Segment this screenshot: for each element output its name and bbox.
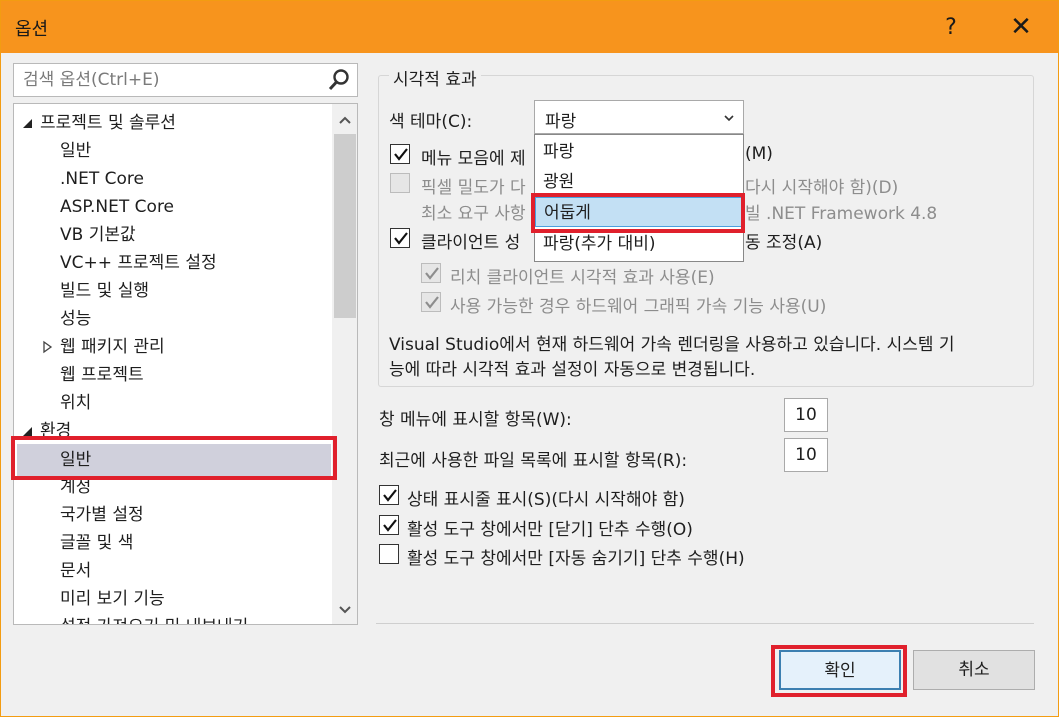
theme-option-blue[interactable]: 파랑	[535, 137, 743, 167]
tree-item-vcpp-settings[interactable]: VC++ 프로젝트 설정	[60, 249, 217, 277]
autohide-active-label: 활성 도구 창에서만 [자동 숨기기] 단추 수행(H)	[407, 549, 745, 569]
chevron-up-icon	[339, 116, 351, 124]
scroll-up-button[interactable]	[334, 108, 356, 132]
checkmark-icon	[425, 267, 439, 280]
tree-item-international[interactable]: 국가별 설정	[60, 501, 144, 529]
tree-item-web-projects[interactable]: 웹 프로젝트	[60, 361, 144, 389]
window-menu-label: 창 메뉴에 표시할 항목(W):	[379, 410, 572, 430]
tree-item-vb-defaults[interactable]: VB 기본값	[60, 221, 136, 249]
tree-item-net-core[interactable]: .NET Core	[60, 165, 144, 193]
close-button-active-checkbox[interactable]	[379, 515, 399, 535]
checkmark-icon	[394, 232, 408, 245]
close-button-active-label: 활성 도구 창에서만 [닫기] 단추 수행(O)	[407, 520, 693, 540]
hw-info-line-1: Visual Studio에서 현재 하드웨어 가속 렌더링을 사용하고 있습니…	[389, 335, 955, 355]
menu-case-label-suffix: (M)	[745, 144, 773, 164]
recent-files-label: 최근에 사용한 파일 목록에 표시할 항목(R):	[379, 451, 688, 471]
close-button[interactable]: ✕	[1001, 9, 1041, 45]
checkmark-icon	[383, 489, 397, 502]
tree-item-aspnet-core[interactable]: ASP.NET Core	[60, 193, 174, 221]
tree-item-locations[interactable]: 위치	[60, 389, 91, 417]
theme-option-blue-high-contrast[interactable]: 파랑(추가 대비)	[535, 229, 743, 259]
pixel-density-label-suffix: 다시 시작해야 함)(D)	[745, 178, 899, 198]
highlight-ok-button	[771, 645, 907, 697]
recent-files-count-input[interactable]: 10	[784, 438, 828, 472]
cancel-button[interactable]: 취소	[913, 650, 1035, 690]
client-performance-label: 클라이언트 성	[421, 233, 521, 253]
highlight-dark-option	[531, 193, 745, 233]
visual-effects-title: 시각적 효과	[389, 65, 481, 90]
hw-info-line-2: 능에 따라 시각적 효과 설정이 자동으로 변경됩니다.	[389, 360, 756, 380]
pixel-density-label: 픽셀 밀도가 다	[421, 178, 526, 198]
rich-client-checkbox[interactable]	[421, 263, 441, 283]
min-requirement-label: 최소 요구 사항	[421, 204, 526, 224]
rich-client-label: 리치 클라이언트 시각적 효과 사용(E)	[450, 268, 715, 288]
tree-item-preview-features[interactable]: 미리 보기 기능	[60, 585, 165, 613]
status-bar-checkbox[interactable]	[379, 485, 399, 505]
scroll-down-button[interactable]	[334, 598, 356, 622]
checkmark-icon	[425, 296, 439, 309]
tree-item-performance[interactable]: 성능	[60, 305, 91, 333]
checkmark-icon	[394, 148, 408, 161]
menu-case-checkbox[interactable]	[390, 144, 410, 164]
status-bar-label: 상태 표시줄 표시(S)(다시 시작해야 함)	[407, 490, 685, 510]
autohide-active-checkbox[interactable]	[379, 544, 399, 564]
tree-item-general-projects[interactable]: 일반	[60, 137, 91, 165]
client-performance-checkbox[interactable]	[390, 228, 410, 248]
color-theme-value: 파랑	[545, 112, 577, 132]
min-requirement-label-suffix: 빌 .NET Framework 4.8	[745, 204, 938, 224]
scroll-thumb[interactable]	[334, 134, 356, 318]
checkmark-icon	[383, 519, 397, 532]
options-dialog: 옵션 ? ✕ 프로젝트 및 솔루션 일반 .NET Core ASP.NET C…	[0, 0, 1059, 717]
tree-scrollbar[interactable]	[332, 104, 357, 624]
tree-item-label: 웹 패키지 관리	[60, 337, 165, 357]
search-box[interactable]	[13, 63, 358, 97]
footer-divider	[376, 623, 1034, 624]
tree-item-label: 프로젝트 및 솔루션	[40, 113, 176, 133]
search-input[interactable]	[14, 64, 314, 96]
tree-item-documents[interactable]: 문서	[60, 557, 91, 585]
expanded-arrow-icon[interactable]	[20, 116, 34, 130]
collapsed-arrow-icon[interactable]	[40, 340, 54, 354]
hw-accel-checkbox[interactable]	[421, 292, 441, 312]
color-theme-label: 색 테마(C):	[389, 112, 473, 132]
dialog-title: 옵션	[15, 19, 49, 40]
chevron-down-icon	[339, 606, 351, 614]
menu-case-label: 메뉴 모음에 제	[421, 149, 526, 169]
highlight-general-selection	[11, 436, 337, 480]
client-performance-label-suffix: 동 조정(A)	[745, 233, 823, 253]
hw-accel-label: 사용 가능한 경우 하드웨어 그래픽 가속 기능 사용(U)	[450, 297, 827, 317]
window-menu-count-input[interactable]: 10	[784, 398, 828, 432]
tree-item-fonts-colors[interactable]: 글꼴 및 색	[60, 529, 133, 557]
pixel-density-checkbox[interactable]	[390, 173, 410, 193]
help-button[interactable]: ?	[931, 9, 971, 45]
options-tree[interactable]: 프로젝트 및 솔루션 일반 .NET Core ASP.NET Core VB …	[13, 103, 358, 625]
tree-item-build-run[interactable]: 빌드 및 실행	[60, 277, 149, 305]
search-icon[interactable]	[327, 68, 351, 92]
title-bar: 옵션 ? ✕	[1, 1, 1058, 53]
color-theme-combo[interactable]: 파랑	[534, 100, 744, 134]
tree-item-import-export[interactable]: 설정 가져오기 및 내보내기	[60, 613, 248, 624]
chevron-down-icon[interactable]	[723, 113, 735, 123]
